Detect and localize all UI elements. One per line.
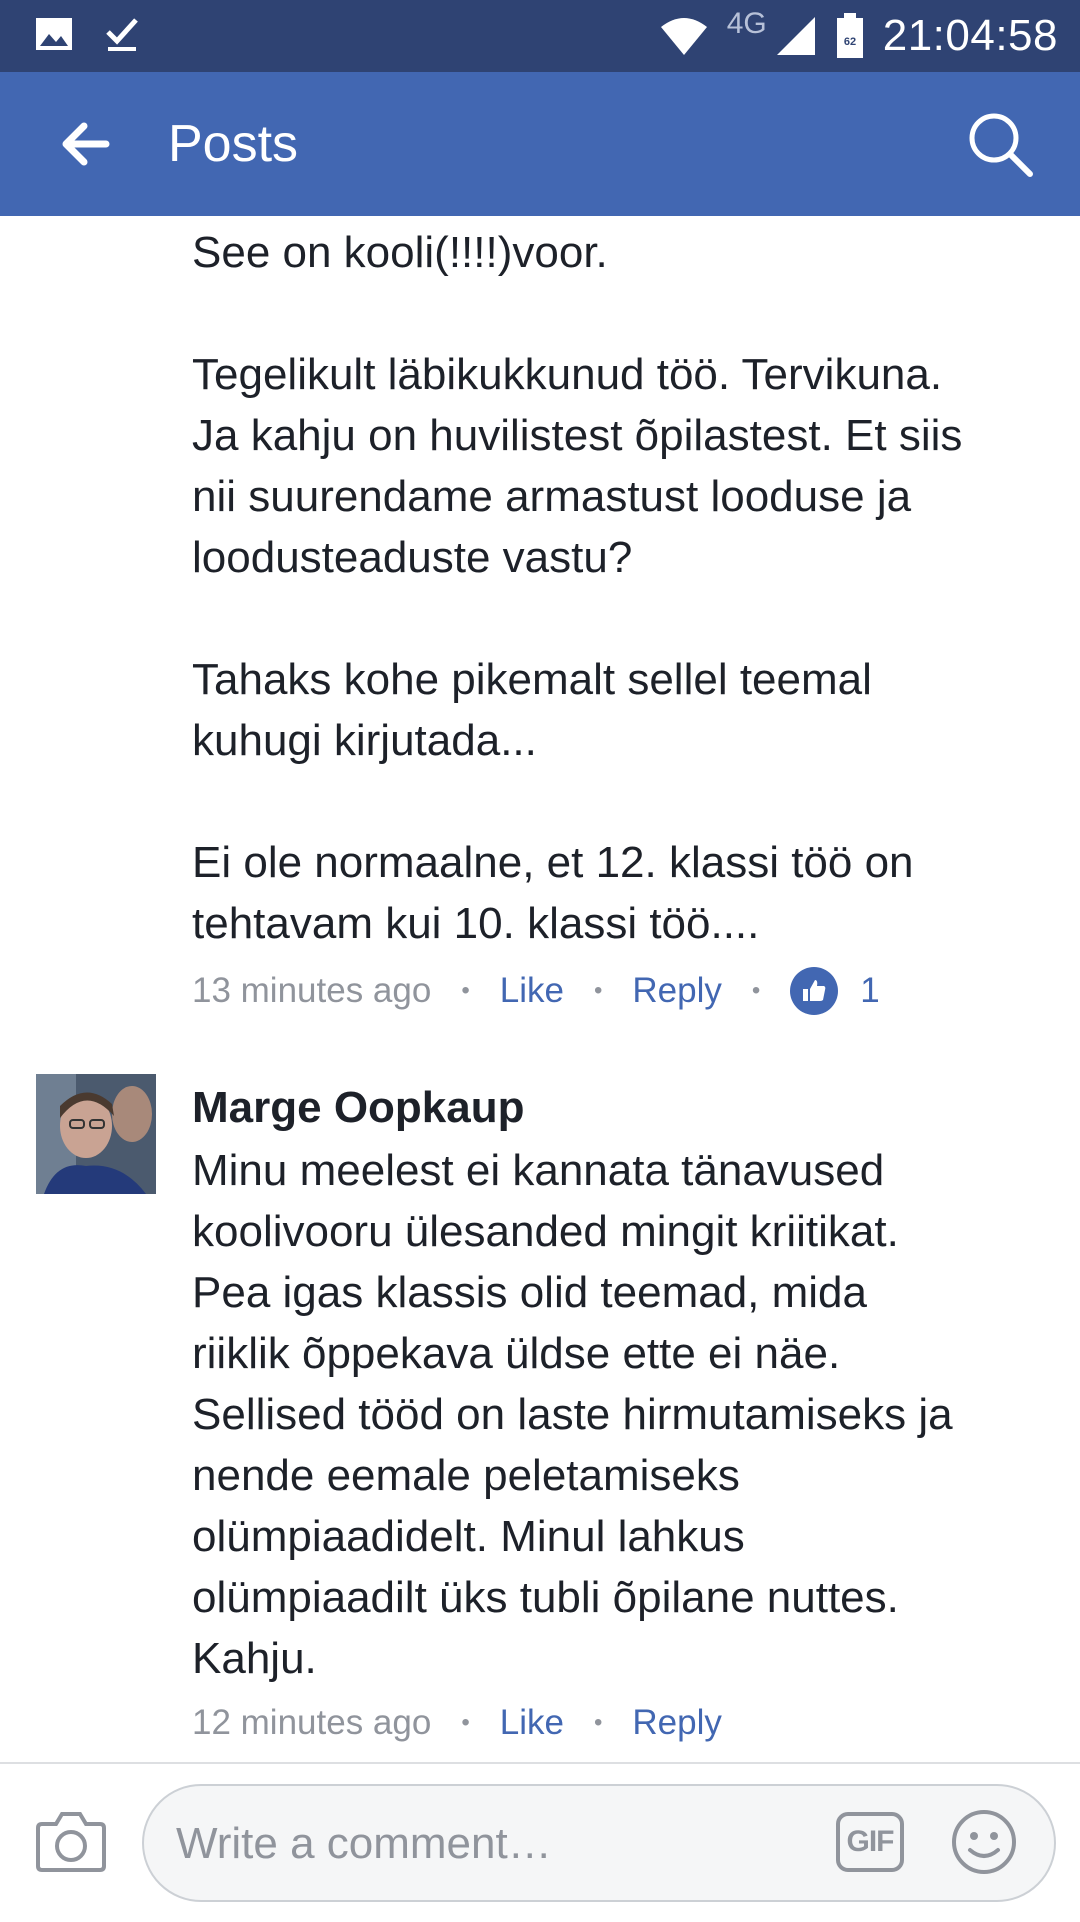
comment-body: See on kooli(!!!!)voor. Tegelikult läbik…: [192, 222, 1062, 954]
back-arrow-icon[interactable]: [54, 114, 114, 174]
like-button[interactable]: Like: [500, 971, 564, 1011]
comment-timestamp: 13 minutes ago: [192, 971, 432, 1010]
download-done-icon: [106, 18, 138, 51]
search-icon[interactable]: [964, 108, 1036, 180]
separator-dot: •: [751, 977, 761, 1004]
comment-meta: 13 minutes ago • Like • Reply • 1: [192, 966, 880, 1016]
signal-icon: [776, 17, 815, 55]
separator-dot: •: [461, 977, 470, 1004]
separator-dot: •: [461, 1709, 470, 1736]
app-bar: Posts: [0, 72, 1080, 216]
profile-photo: [36, 1074, 156, 1194]
thumbs-up-icon[interactable]: [790, 967, 839, 1015]
page-title: Posts: [168, 115, 299, 173]
comment-author[interactable]: Marge Oopkaup: [192, 1080, 525, 1136]
comment-field[interactable]: GIF: [142, 1784, 1056, 1902]
comment-meta: 12 minutes ago • Like • Reply: [192, 1698, 722, 1748]
reaction-count[interactable]: 1: [860, 971, 879, 1011]
status-bar: 4G 62 21:04:58: [0, 0, 1080, 72]
separator-dot: •: [593, 977, 603, 1004]
battery-icon: 62: [836, 13, 863, 58]
gif-button[interactable]: GIF: [836, 1812, 904, 1872]
separator-dot: •: [593, 1709, 603, 1736]
network-type: 4G: [726, 7, 767, 40]
avatar[interactable]: [36, 1074, 156, 1194]
camera-icon[interactable]: [36, 1810, 106, 1872]
wifi-icon: [660, 18, 707, 55]
comment-input[interactable]: [174, 1808, 818, 1880]
image-icon: [36, 18, 72, 50]
comment-timestamp: 12 minutes ago: [192, 1703, 432, 1742]
emoji-icon[interactable]: [950, 1808, 1018, 1876]
comment-body: Minu meelest ei kannata tänavused kooliv…: [192, 1140, 1062, 1689]
reply-button[interactable]: Reply: [632, 971, 721, 1011]
clock: 21:04:58: [882, 11, 1058, 60]
comment-composer: GIF: [0, 1762, 1080, 1922]
comment-paragraph: Tegelikult läbikukkunud töö. Tervikuna. …: [192, 350, 963, 582]
like-button[interactable]: Like: [500, 1703, 564, 1743]
comment-paragraph: Tahaks kohe pikemalt sellel teemal kuhug…: [192, 655, 872, 765]
comment-paragraph: See on kooli(!!!!)voor.: [192, 228, 608, 277]
comment-paragraph: Ei ole normaalne, et 12. klassi töö on t…: [192, 838, 914, 948]
comment-paragraph: Minu meelest ei kannata tänavused kooliv…: [192, 1146, 953, 1683]
svg-text:62: 62: [844, 36, 856, 48]
reply-button[interactable]: Reply: [632, 1703, 721, 1743]
